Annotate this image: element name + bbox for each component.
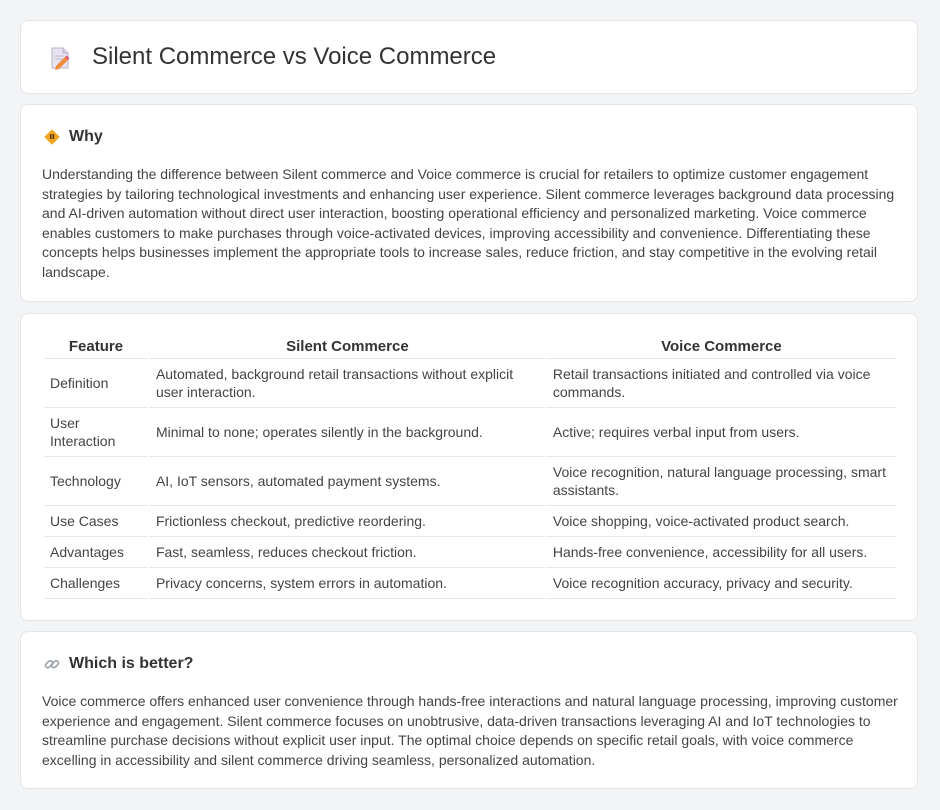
silent-cell: Minimal to none; operates silently in th…: [149, 408, 545, 457]
silent-cell: AI, IoT sensors, automated payment syste…: [149, 457, 545, 506]
voice-cell: Active; requires verbal input from users…: [546, 408, 896, 457]
table-header-row: Feature Silent Commerce Voice Commerce: [44, 334, 896, 359]
silent-cell: Privacy concerns, system errors in autom…: [149, 568, 545, 599]
table-row: Technology AI, IoT sensors, automated pa…: [44, 457, 896, 506]
document-pencil-icon: [51, 47, 70, 70]
better-heading: Which is better?: [69, 655, 194, 672]
voice-cell: Voice recognition accuracy, privacy and …: [546, 568, 896, 599]
voice-cell: Hands-free convenience, accessibility fo…: [546, 537, 896, 568]
feature-cell: Advantages: [44, 537, 148, 568]
voice-cell: Retail transactions initiated and contro…: [546, 359, 896, 408]
feature-cell: Definition: [44, 359, 148, 408]
why-text: Understanding the difference between Sil…: [42, 166, 895, 280]
better-text: Voice commerce offers enhanced user conv…: [42, 693, 898, 768]
feature-cell: Use Cases: [44, 506, 148, 537]
table-row: Use Cases Frictionless checkout, predict…: [44, 506, 896, 537]
voice-cell: Voice shopping, voice-activated product …: [546, 506, 896, 537]
feature-cell: User Interaction: [44, 408, 148, 457]
why-section: Why Understanding the difference between…: [20, 104, 918, 302]
page-title: Silent Commerce vs Voice Commerce: [92, 43, 497, 70]
link-icon: [44, 659, 60, 669]
table-row: Definition Automated, background retail …: [44, 359, 896, 408]
feature-cell: Challenges: [44, 568, 148, 599]
table-row: Challenges Privacy concerns, system erro…: [44, 568, 896, 599]
diamond-warning-icon: [44, 129, 60, 145]
column-header: Feature: [44, 334, 148, 359]
column-header: Silent Commerce: [149, 334, 545, 359]
why-heading: Why: [69, 128, 103, 145]
silent-cell: Automated, background retail transaction…: [149, 359, 545, 408]
better-header: Which is better?: [43, 654, 193, 674]
why-header: Why: [43, 127, 103, 147]
which-is-better-section: Which is better? Voice commerce offers e…: [20, 631, 918, 789]
silent-cell: Frictionless checkout, predictive reorde…: [149, 506, 545, 537]
feature-cell: Technology: [44, 457, 148, 506]
column-header: Voice Commerce: [546, 334, 896, 359]
table-row: User Interaction Minimal to none; operat…: [44, 408, 896, 457]
comparison-section: Feature Silent Commerce Voice Commerce D…: [20, 313, 918, 621]
comparison-table: Feature Silent Commerce Voice Commerce D…: [42, 334, 898, 599]
voice-cell: Voice recognition, natural language proc…: [546, 457, 896, 506]
table-row: Advantages Fast, seamless, reduces check…: [44, 537, 896, 568]
silent-cell: Fast, seamless, reduces checkout frictio…: [149, 537, 545, 568]
title-card: Silent Commerce vs Voice Commerce: [20, 20, 918, 94]
